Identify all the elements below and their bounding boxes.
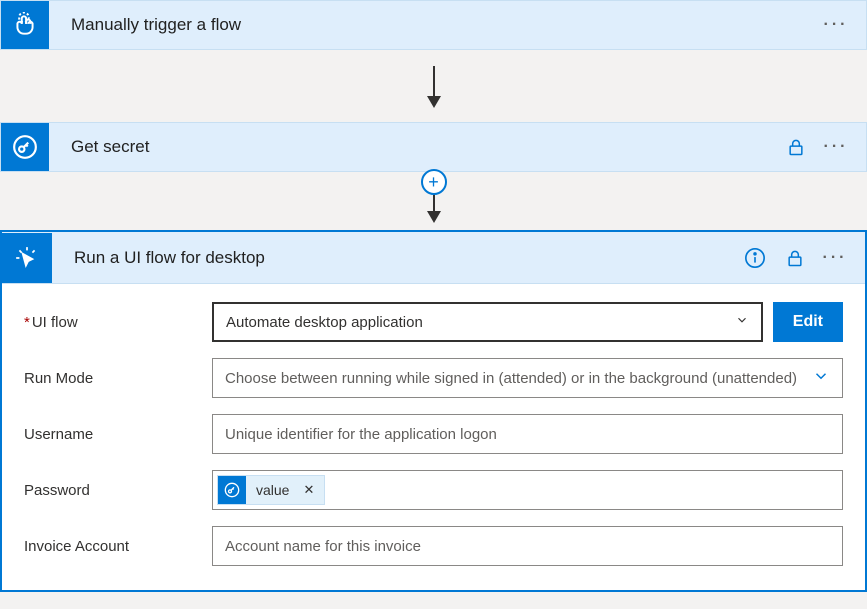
runmode-select[interactable]: Choose between running while signed in (…	[212, 358, 843, 398]
connector	[0, 50, 867, 122]
remove-token-icon[interactable]: ✕	[299, 482, 318, 498]
password-input[interactable]: value ✕	[212, 470, 843, 510]
more-icon[interactable]: ···	[823, 246, 847, 270]
step-run-ui-flow: Run a UI flow for desktop ···	[0, 230, 867, 592]
step-title: Run a UI flow for desktop	[52, 248, 743, 268]
chevron-down-icon	[735, 313, 749, 331]
invoice-label: Invoice Account	[24, 538, 212, 555]
invoice-input[interactable]	[212, 526, 843, 566]
username-input[interactable]	[212, 414, 843, 454]
connector: +	[0, 172, 867, 230]
password-label: Password	[24, 482, 212, 499]
key-icon	[1, 123, 49, 171]
cursor-click-icon	[2, 233, 52, 283]
step-title: Get secret	[49, 137, 784, 157]
more-icon[interactable]: ···	[824, 135, 848, 159]
uiflow-select[interactable]: Automate desktop application	[212, 302, 763, 342]
lock-icon[interactable]	[783, 246, 807, 270]
lock-icon[interactable]	[784, 135, 808, 159]
edit-button[interactable]: Edit	[773, 302, 843, 342]
chevron-down-icon	[812, 367, 830, 389]
key-icon	[218, 476, 246, 504]
add-step-button[interactable]: +	[421, 169, 447, 195]
dynamic-content-token[interactable]: value ✕	[217, 475, 325, 505]
touch-icon	[1, 1, 49, 49]
info-icon[interactable]	[743, 246, 767, 270]
step-title: Manually trigger a flow	[49, 15, 824, 35]
step-get-secret[interactable]: Get secret ···	[0, 122, 867, 172]
username-label: Username	[24, 426, 212, 443]
uiflow-label: *UI flow	[24, 314, 212, 331]
runmode-label: Run Mode	[24, 370, 212, 387]
more-icon[interactable]: ···	[824, 13, 848, 37]
step-manual-trigger[interactable]: Manually trigger a flow ···	[0, 0, 867, 50]
step-header[interactable]: Run a UI flow for desktop ···	[2, 232, 865, 284]
